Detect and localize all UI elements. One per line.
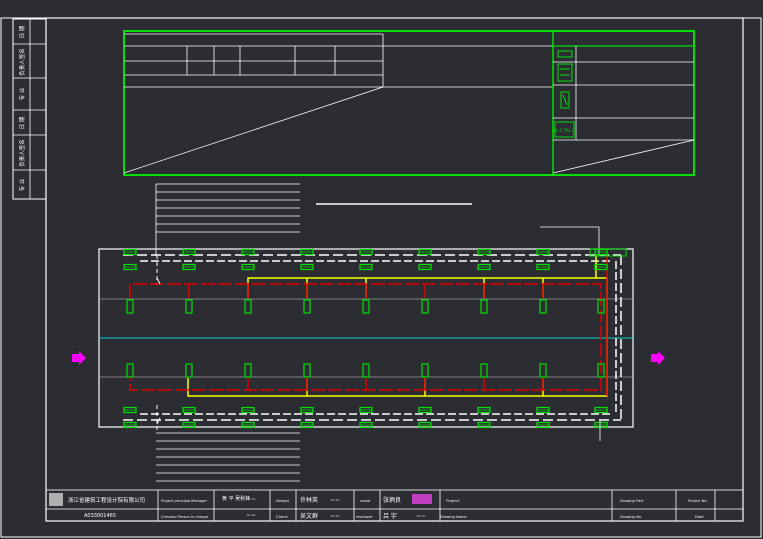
sensor-icon (244, 299, 252, 314)
principal-label: Project principal Manager (161, 499, 207, 503)
check-label: Check (276, 514, 288, 519)
designer-name: 许林英 (300, 496, 318, 504)
revision-col-4: 负责人签名 (18, 139, 26, 167)
sensor-icon (185, 299, 193, 314)
sensor-icon (126, 363, 134, 378)
signature-2: ~~ (246, 512, 256, 519)
sensor-icon (421, 363, 429, 378)
sensor-icon (480, 363, 488, 378)
sensor-icon (421, 299, 429, 314)
signature-3: ~~ (330, 497, 340, 504)
signature-1: ~~ (246, 496, 256, 503)
approver-name: 吕 宇 (383, 512, 397, 520)
sensor-icon (480, 299, 488, 314)
cad-drawing-canvas[interactable]: 日 期 负责人签名 专 业 日 期 负责人签名 专 业 BL-1 TAL-2 浙… (0, 0, 763, 539)
sensor-icon (362, 299, 370, 314)
sensor-icon (362, 363, 370, 378)
company-logo (49, 493, 63, 506)
revision-col-2: 专 业 (18, 87, 26, 100)
signature-4: ~~ (330, 513, 340, 520)
equipment-schedule-table (123, 30, 695, 176)
checked-label: Checked Person In charge (161, 515, 209, 519)
revision-col-1: 负责人签名 (18, 48, 26, 76)
drawing-name-label: Drawing Name (440, 515, 467, 519)
sensor-icon (303, 299, 311, 314)
cert-number: A033001465 (84, 513, 116, 519)
drawing-no-label: Drawing No. (620, 515, 642, 519)
inner-frame (45, 17, 744, 522)
revision-table: 日 期 负责人签名 专 业 日 期 负责人签名 专 业 (12, 18, 47, 200)
project-label: Project (446, 498, 460, 503)
revision-col-0: 日 期 (19, 25, 26, 38)
yellow-run (187, 277, 608, 397)
sensor-icon (126, 299, 134, 314)
company-name: 浙江省建筑工程设计院有限公司 (68, 496, 145, 504)
signature-5: ~~ (416, 513, 426, 520)
schedule-tag-label: BL-1 TAL-2 (553, 128, 575, 133)
checker-name: 吴文群 (300, 512, 318, 520)
sensor-icon (244, 363, 252, 378)
flow-arrow-right-icon (651, 351, 665, 365)
cable-line-stack-bottom (156, 432, 300, 482)
value-label: value (360, 498, 371, 503)
reviewer-label: reviewer (356, 514, 373, 519)
sensor-icon (539, 299, 547, 314)
project-no-label: Project No. (688, 499, 708, 503)
sensor-icon (303, 363, 311, 378)
bus-rails (123, 254, 622, 432)
revision-col-5: 专 业 (18, 178, 26, 191)
drawing-part-label: Drawing Part (620, 499, 644, 503)
revision-col-3: 日 期 (19, 116, 26, 129)
sensor-icon (539, 363, 547, 378)
reviewer-name: 张炳良 (383, 496, 401, 504)
approval-stamp (412, 494, 432, 504)
sensor-icon (185, 363, 193, 378)
flow-arrow-left-icon (72, 351, 86, 365)
design-label: Design (276, 498, 290, 503)
cable-line-stack-top (155, 183, 300, 255)
date-label: Date (695, 515, 704, 519)
